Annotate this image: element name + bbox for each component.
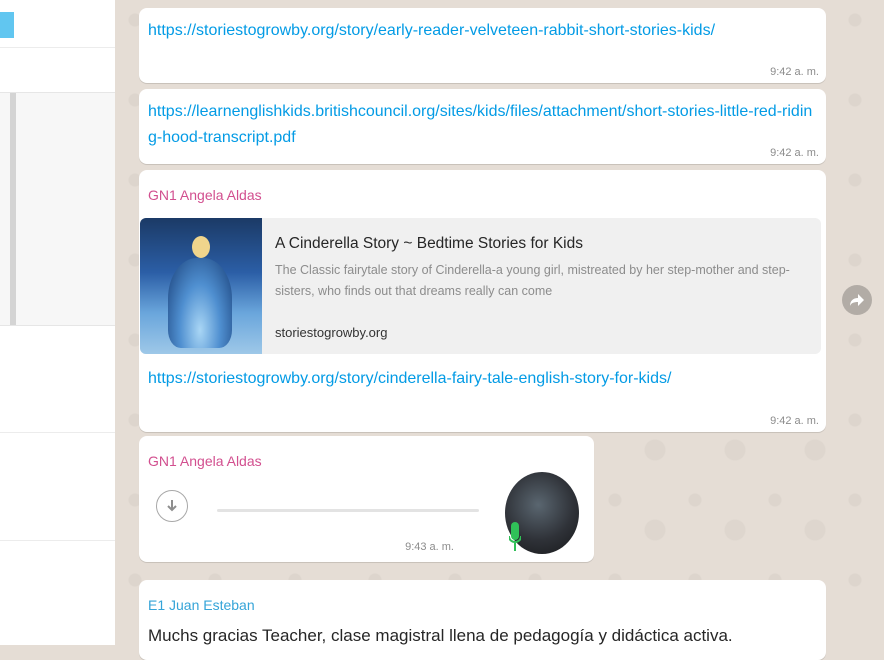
sender-name[interactable]: GN1 Angela Aldas (148, 453, 262, 469)
message-time: 9:42 a. m. (770, 66, 819, 78)
divider (0, 47, 115, 48)
sender-name[interactable]: E1 Juan Esteban (148, 597, 255, 613)
preview-description: The Classic fairytale story of Cinderell… (275, 263, 790, 298)
message-bubble[interactable]: https://learnenglishkids.britishcouncil.… (139, 89, 826, 164)
message-link[interactable]: https://learnenglishkids.britishcouncil.… (148, 103, 812, 146)
message-time: 9:42 a. m. (770, 147, 819, 159)
message-bubble[interactable]: GN1 Angela Aldas A Cinderella Story ~ Be… (139, 170, 826, 432)
message-link[interactable]: https://storiestogrowby.org/story/early-… (148, 22, 715, 39)
download-arrow-icon[interactable] (156, 490, 188, 522)
link-preview-card[interactable]: A Cinderella Story ~ Bedtime Stories for… (140, 218, 821, 354)
divider (0, 540, 115, 541)
selected-accent (0, 12, 14, 38)
chat-list-item-selected[interactable] (0, 92, 115, 326)
chat-pane: https://storiestogrowby.org/story/early-… (115, 0, 884, 660)
chat-list-pane (0, 0, 116, 645)
microphone-icon (508, 522, 522, 552)
message-text: Muchs gracias Teacher, clase magistral l… (148, 626, 733, 645)
audio-progress-track[interactable] (217, 509, 479, 512)
preview-thumbnail (140, 218, 262, 354)
thumbnail-dress-shape (168, 258, 232, 348)
message-bubble[interactable]: E1 Juan Esteban Muchs gracias Teacher, c… (139, 580, 826, 660)
scrollbar[interactable] (10, 93, 16, 325)
divider (0, 432, 115, 433)
thumbnail-head-shape (192, 236, 210, 258)
forward-arrow-icon[interactable] (842, 285, 872, 315)
message-time: 9:42 a. m. (770, 415, 819, 427)
sender-name[interactable]: GN1 Angela Aldas (148, 187, 262, 203)
preview-title: A Cinderella Story ~ Bedtime Stories for… (275, 235, 583, 252)
message-link[interactable]: https://storiestogrowby.org/story/cinder… (148, 370, 671, 387)
message-bubble[interactable]: https://storiestogrowby.org/story/early-… (139, 8, 826, 83)
voice-message-bubble[interactable]: GN1 Angela Aldas 9:43 a. m. (139, 436, 594, 562)
message-time: 9:43 a. m. (405, 541, 454, 553)
preview-domain: storiestogrowby.org (275, 325, 388, 340)
